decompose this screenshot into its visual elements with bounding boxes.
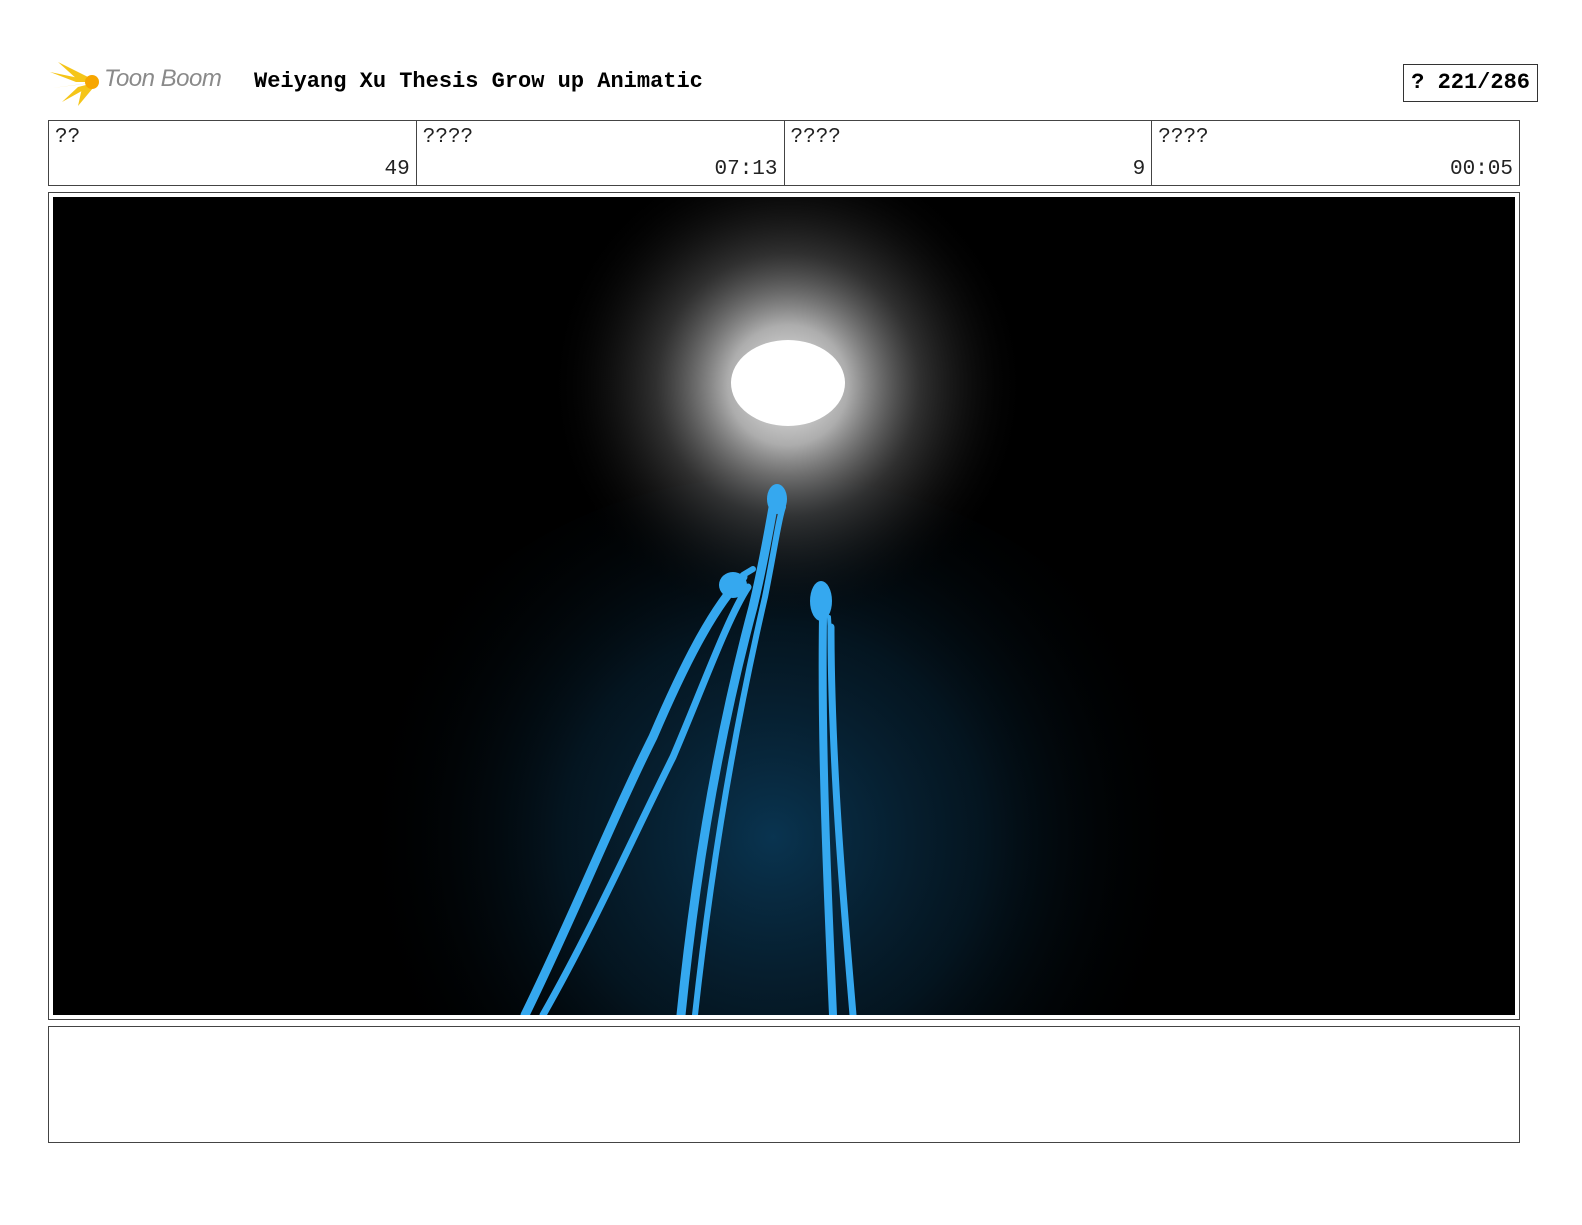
info-value: 49 [384,158,410,181]
toon-boom-logo: Toon Boom [48,56,243,108]
info-label: ???? [422,126,474,149]
project-title: Weiyang Xu Thesis Grow up Animatic [254,69,703,94]
info-label: ???? [790,126,841,149]
panel-drawing [53,197,1515,1015]
info-cell-panel-duration: ???? 00:05 [1152,121,1519,185]
info-cell-scene: ?? 49 [49,121,417,185]
storyboard-panel-image [53,197,1515,1015]
info-grid: ?? 49 ???? 07:13 ???? 9 ???? 00:05 [48,120,1520,186]
starburst-icon [50,62,99,106]
info-value: 00:05 [1449,158,1513,181]
page-header: Toon Boom Weiyang Xu Thesis Grow up Anim… [48,56,1538,108]
moon [731,340,845,426]
info-value: 9 [1132,158,1146,181]
logo-text: Toon Boom [104,65,222,92]
info-cell-panel: ???? 9 [785,121,1153,185]
storyboard-panel-frame [48,192,1520,1020]
info-label: ???? [1158,126,1209,149]
notes-box [48,1026,1520,1143]
page-counter: ? 221/286 [1403,64,1538,102]
info-value: 07:13 [714,158,778,181]
info-label: ?? [55,126,81,149]
info-cell-scene-duration: ???? 07:13 [417,121,785,185]
